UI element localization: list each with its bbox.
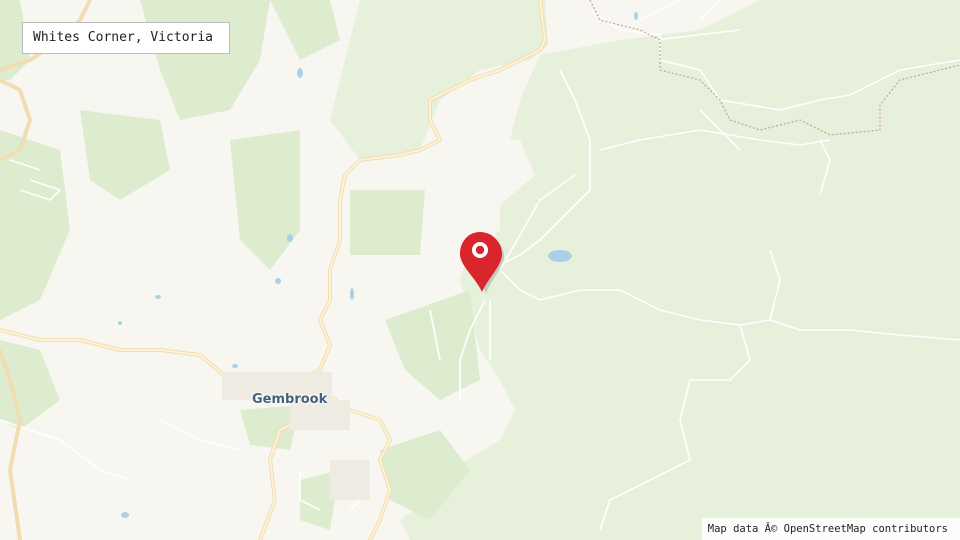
pond [350,288,354,300]
pond [118,321,122,325]
pond [297,68,303,78]
pond [634,12,638,20]
lake [548,250,572,262]
park-west-6 [350,190,425,255]
town-label-gembrook: Gembrook [252,392,328,407]
location-marker[interactable] [456,228,510,296]
pond [232,364,238,368]
map-canvas[interactable]: Gembrook Whites Corner, Victoria Map dat… [0,0,960,540]
location-title: Whites Corner, Victoria [22,22,230,54]
map-attribution: Map data Â© OpenStreetMap contributors [701,518,960,540]
map-pin-icon [460,232,504,294]
pond [121,512,129,518]
pond [287,234,293,242]
pond [155,295,161,299]
pond [275,278,281,284]
